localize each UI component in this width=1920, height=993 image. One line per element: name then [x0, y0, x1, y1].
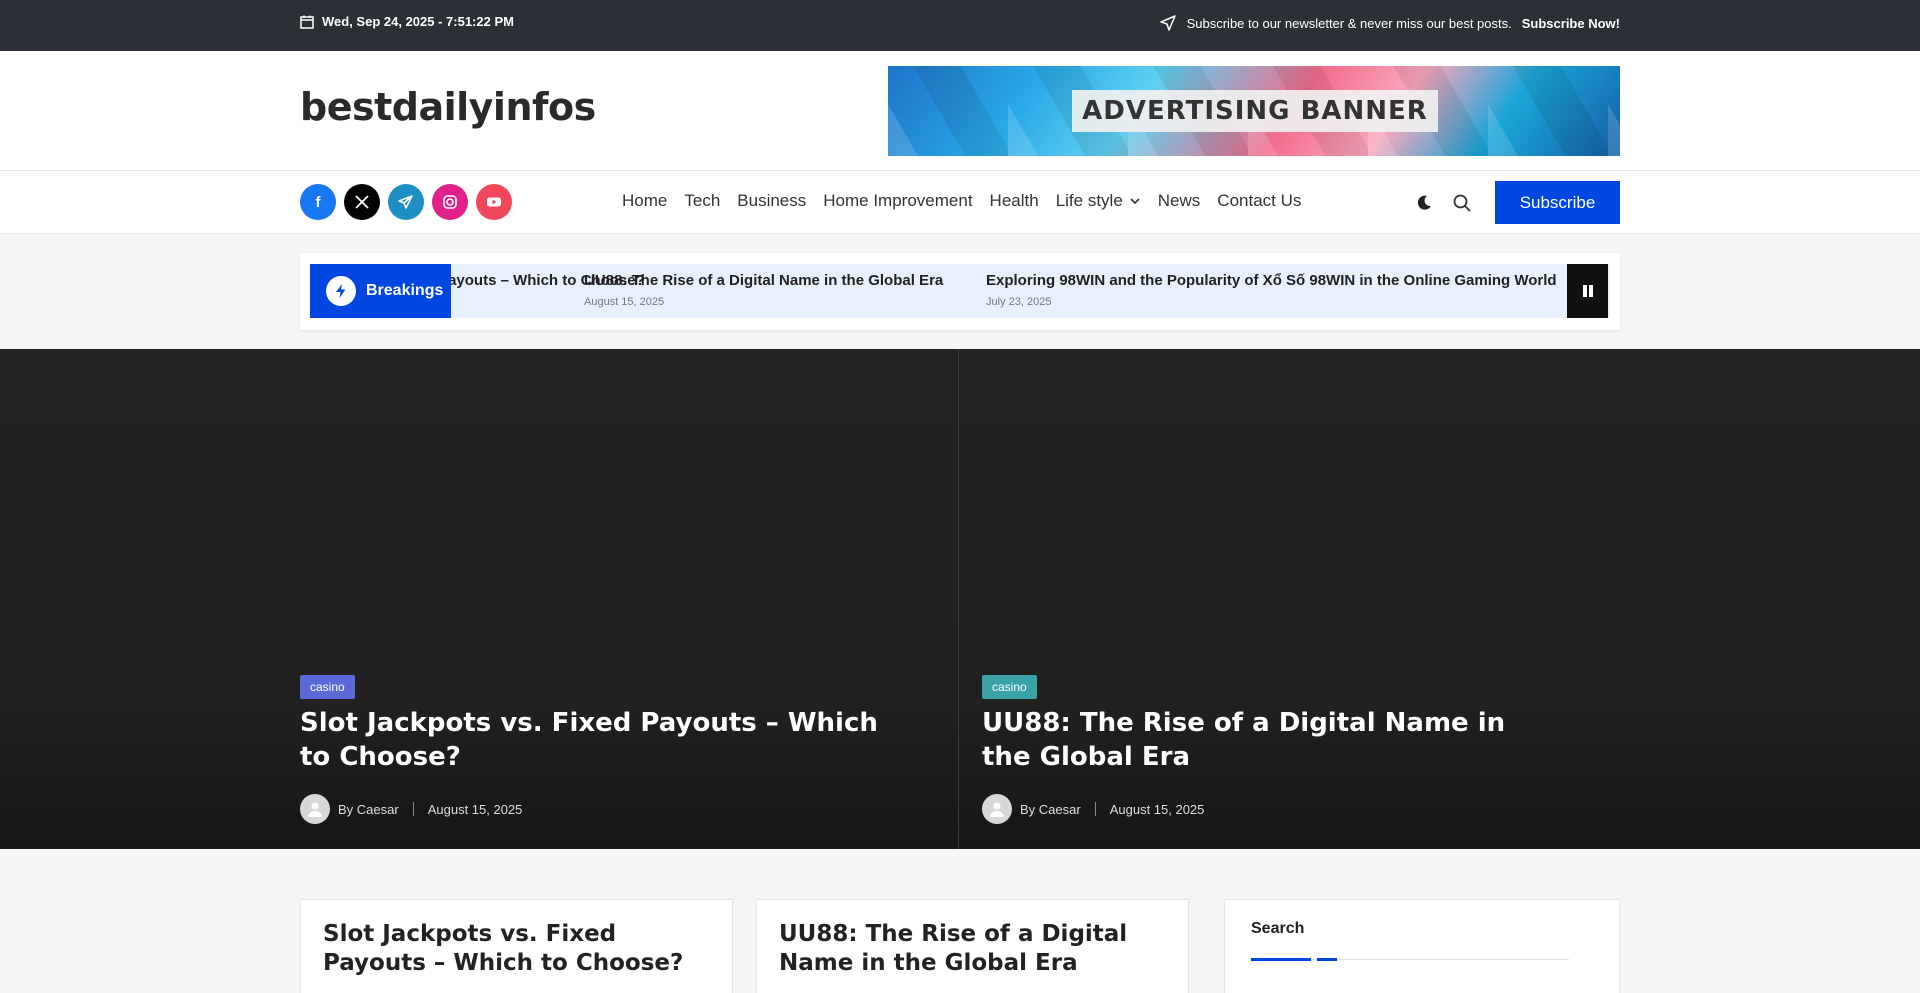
post-card[interactable]: Slot Jackpots vs. Fixed Payouts – Which …	[300, 899, 733, 993]
post-author[interactable]: By Caesar	[338, 802, 399, 817]
chevron-down-icon	[1130, 198, 1140, 205]
breaking-news-ticker: Slot Jackpots vs. Fixed Payouts – Which …	[300, 253, 1620, 330]
x-icon[interactable]	[344, 184, 380, 220]
calendar-icon	[300, 15, 314, 29]
post-card-title[interactable]: UU88: The Rise of a Digital Name in the …	[779, 920, 1169, 978]
instagram-icon[interactable]	[432, 184, 468, 220]
newsletter-promo: Subscribe to our newsletter & never miss…	[1159, 14, 1620, 32]
post-meta: By Caesar August 15, 2025	[300, 794, 522, 824]
dark-mode-icon[interactable]	[1414, 193, 1434, 213]
post-date: August 15, 2025	[427, 801, 523, 817]
post-card-title[interactable]: Slot Jackpots vs. Fixed Payouts – Which …	[323, 920, 713, 978]
facebook-icon[interactable]: f	[300, 184, 336, 220]
top-bar: Wed, Sep 24, 2025 - 7:51:22 PM Subscribe…	[0, 0, 1920, 51]
nav-item-life-style[interactable]: Life style	[1056, 191, 1141, 211]
advertising-banner[interactable]: ADVERTISING BANNER	[888, 66, 1620, 156]
post-date: August 15, 2025	[1109, 801, 1205, 817]
send-icon	[1159, 15, 1176, 31]
lightning-icon	[326, 276, 356, 306]
meta-divider	[1094, 802, 1096, 816]
ticker-item-title: Exploring 98WIN and the Popularity of Xổ…	[986, 272, 1557, 289]
site-logo[interactable]: bestdailyinfos	[300, 85, 596, 129]
user-icon	[990, 802, 1004, 817]
widget-title: Search	[1251, 920, 1305, 937]
ad-banner-text: ADVERTISING BANNER	[1072, 90, 1438, 132]
widget-accent-bar	[1317, 958, 1337, 961]
nav-tools	[1414, 193, 1472, 213]
meta-divider	[412, 802, 414, 816]
nav-item-tech[interactable]: Tech	[684, 191, 720, 211]
date-display: Wed, Sep 24, 2025 - 7:51:22 PM	[300, 14, 514, 29]
youtube-icon[interactable]	[476, 184, 512, 220]
subscribe-now-link[interactable]: Subscribe Now!	[1522, 16, 1620, 31]
user-icon	[308, 802, 322, 817]
nav-item-home[interactable]: Home	[622, 191, 667, 211]
nav-item-home-improvement[interactable]: Home Improvement	[823, 191, 972, 211]
widget-accent-bar	[1251, 958, 1311, 961]
avatar	[300, 794, 330, 824]
avatar	[982, 794, 1012, 824]
nav-item-business[interactable]: Business	[737, 191, 806, 211]
ticker-pause-button[interactable]	[1567, 264, 1608, 318]
main-menu: Home Tech Business Home Improvement Heal…	[622, 191, 1301, 211]
hero-post-title[interactable]: UU88: The Rise of a Digital Name in the …	[982, 706, 1542, 774]
ticker-track-area: Slot Jackpots vs. Fixed Payouts – Which …	[310, 264, 1610, 318]
main-navbar: f Home Tech Business Home Improvement He…	[0, 171, 1920, 234]
breakings-text: Breakings	[366, 282, 444, 299]
pause-icon	[1582, 285, 1593, 297]
ticker-item-date: July 23, 2025	[986, 296, 1052, 308]
nav-item-news[interactable]: News	[1158, 191, 1201, 211]
breakings-label: Breakings	[310, 264, 451, 318]
ticker-item-title: UU88: The Rise of a Digital Name in the …	[584, 272, 944, 289]
post-author[interactable]: By Caesar	[1020, 802, 1081, 817]
date-text: Wed, Sep 24, 2025 - 7:51:22 PM	[322, 14, 514, 29]
category-badge[interactable]: casino	[982, 675, 1037, 699]
nav-item-health[interactable]: Health	[990, 191, 1039, 211]
site-header: bestdailyinfos ADVERTISING BANNER	[0, 51, 1920, 171]
telegram-icon[interactable]	[388, 184, 424, 220]
hero-post-left[interactable]: casino Slot Jackpots vs. Fixed Payouts –…	[0, 349, 958, 849]
nav-item-life-style-label: Life style	[1055, 191, 1123, 210]
hero-post-right[interactable]: casino UU88: The Rise of a Digital Name …	[959, 349, 1920, 849]
hero-post-title[interactable]: Slot Jackpots vs. Fixed Payouts – Which …	[300, 706, 880, 774]
category-badge[interactable]: casino	[300, 675, 355, 699]
subscribe-button[interactable]: Subscribe	[1495, 181, 1620, 224]
nav-item-contact-us[interactable]: Contact Us	[1217, 191, 1301, 211]
newsletter-text: Subscribe to our newsletter & never miss…	[1186, 15, 1512, 31]
ticker-item[interactable]: Exploring 98WIN and the Popularity of Xổ…	[986, 272, 1557, 308]
ticker-item[interactable]: UU88: The Rise of a Digital Name in the …	[584, 272, 943, 308]
search-widget: Search	[1224, 899, 1620, 993]
post-meta: By Caesar August 15, 2025	[982, 794, 1204, 824]
post-card[interactable]: UU88: The Rise of a Digital Name in the …	[756, 899, 1189, 993]
ticker-item-date: August 15, 2025	[584, 296, 665, 308]
search-icon[interactable]	[1452, 193, 1472, 213]
social-links: f	[300, 184, 512, 220]
